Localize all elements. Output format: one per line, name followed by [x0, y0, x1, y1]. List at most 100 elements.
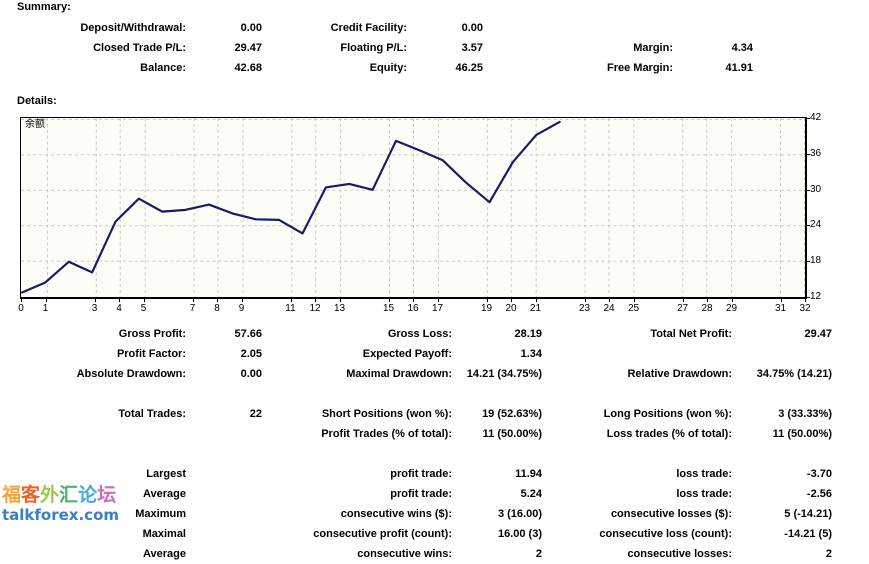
chart-x-tick-mark: [340, 298, 341, 302]
stat-label: Expected Payoff:: [362, 348, 452, 360]
stat-value: 0.00: [240, 368, 262, 380]
stat-label: consecutive profit (count):: [313, 528, 452, 540]
stat-value: 34.75% (14.21): [756, 368, 832, 380]
stat-label: consecutive wins ($):: [340, 508, 452, 520]
balance-equity-chart: 余额: [20, 117, 806, 298]
stat-value: -3.70: [806, 468, 832, 480]
stat-label: Profit Factor:: [116, 348, 186, 360]
stat-label: Profit Trades (% of total):: [321, 428, 452, 440]
summary-value: 4.34: [731, 42, 753, 54]
spacer-cell: [836, 484, 869, 504]
stat-value: 2: [535, 548, 542, 560]
watermark-char: 坛: [97, 484, 117, 506]
chart-x-tick-label: 12: [309, 303, 321, 314]
chart-x-tick-label: 0: [18, 303, 24, 314]
chart-x-tick-label: 9: [238, 303, 245, 314]
stat-label: Long Positions (won %):: [603, 408, 732, 420]
stat-value: 22: [249, 408, 262, 420]
stat-value: [190, 464, 266, 484]
stat-value: 29.47: [804, 328, 832, 340]
chart-x-tick-label: 31: [774, 303, 787, 314]
chart-y-tick-label: 30: [810, 183, 822, 195]
chart-balance-line: [21, 120, 561, 294]
spacer-cell: [836, 544, 869, 564]
stat-value: 1.34: [520, 348, 542, 360]
stat-value: 11 (50.00%): [772, 428, 832, 440]
chart-x-tick-label: 8: [214, 303, 220, 314]
chart-y-tick-label: 42: [810, 112, 822, 123]
spacer-cell: [836, 404, 869, 424]
chart-x-tick-label: 7: [189, 303, 196, 314]
chart-x-tick-mark: [144, 298, 145, 302]
chart-x-tick-mark: [536, 298, 537, 302]
chart-x-tick-label: 16: [407, 303, 419, 314]
stat-value: 3 (16.00): [497, 508, 542, 520]
stat-label: consecutive losses ($):: [610, 508, 732, 520]
chart-x-tick-mark: [95, 298, 96, 302]
stat-label: Loss trades (% of total):: [606, 428, 732, 440]
summary-label: Floating P/L:: [340, 42, 407, 54]
chart-x-tick-label: 25: [627, 303, 640, 314]
summary-label: Deposit/Withdrawal:: [80, 22, 186, 34]
chart-x-tick-label: 24: [603, 303, 615, 314]
watermark-char: 福: [2, 484, 22, 506]
spacer-cell: [836, 344, 869, 364]
chart-x-tick-mark: [21, 298, 22, 302]
chart-x-tick-mark: [634, 298, 635, 302]
stat-label: consecutive loss (count):: [599, 528, 732, 540]
stat-label: [546, 444, 736, 464]
chart-x-tick-label: 11: [285, 303, 296, 314]
chart-x-tick-label: 13: [333, 303, 346, 314]
chart-x-tick-label: 19: [480, 303, 493, 314]
stat-label: Total Net Profit:: [650, 328, 732, 340]
stat-value: 57.66: [234, 328, 262, 340]
summary-value: 42.68: [234, 62, 262, 74]
stat-label: Relative Drawdown:: [627, 368, 732, 380]
table-row: Total Trades: 22 Short Positions (won %): 1…: [0, 404, 869, 424]
stat-label: [0, 424, 190, 444]
chart-x-tick-mark: [389, 298, 390, 302]
watermark-url: talkforex.com: [2, 506, 120, 524]
chart-x-tick-label: 15: [382, 303, 395, 314]
stat-value: [190, 384, 266, 404]
table-row: Profit Factor: 2.05 Expected Payoff: 1.34: [0, 344, 869, 364]
summary-label: Margin:: [633, 42, 673, 54]
spacer-cell: [757, 38, 869, 58]
watermark-char: 论: [78, 484, 98, 506]
chart-y-tick-label: 36: [810, 147, 822, 159]
stat-value: 5 (-14.21): [784, 508, 832, 520]
chart-x-tick-label: 28: [701, 303, 713, 314]
spacer-cell: [757, 18, 869, 38]
chart-x-tick-mark: [46, 298, 47, 302]
chart-x-tick-mark: [217, 298, 218, 302]
stat-value: 28.19: [514, 328, 542, 340]
stat-label: [0, 444, 190, 464]
table-row: [0, 444, 869, 464]
chart-x-tick-mark: [193, 298, 194, 302]
summary-label: Balance:: [140, 62, 186, 74]
chart-x-tick-mark: [805, 298, 806, 302]
stat-label: consecutive wins:: [357, 548, 452, 560]
stat-label: Total Trades:: [118, 408, 186, 420]
spacer-cell: [836, 364, 869, 384]
spacer-cell: [757, 58, 869, 78]
chart-series-label: 余额: [25, 119, 45, 130]
stat-value: [190, 524, 266, 544]
chart-x-tick-label: 4: [116, 303, 122, 314]
stat-label: profit trade:: [390, 468, 452, 480]
chart-y-tick-label: 12: [810, 291, 822, 302]
stat-label: [266, 444, 456, 464]
stat-value: 3 (33.33%): [778, 408, 832, 420]
stat-value: 2: [825, 548, 832, 560]
summary-label: Closed Trade P/L:: [93, 42, 186, 54]
summary-label: [487, 18, 677, 38]
chart-x-tick-mark: [707, 298, 708, 302]
spacer-cell: [836, 504, 869, 524]
stat-label: [266, 384, 456, 404]
stat-label: profit trade:: [390, 488, 452, 500]
stat-value: -14.21 (5): [784, 528, 832, 540]
chart-x-tick-label: 23: [578, 303, 591, 314]
spacer-cell: [836, 524, 869, 544]
watermark-char: 客: [21, 484, 41, 506]
stat-label: loss trade:: [676, 488, 732, 500]
